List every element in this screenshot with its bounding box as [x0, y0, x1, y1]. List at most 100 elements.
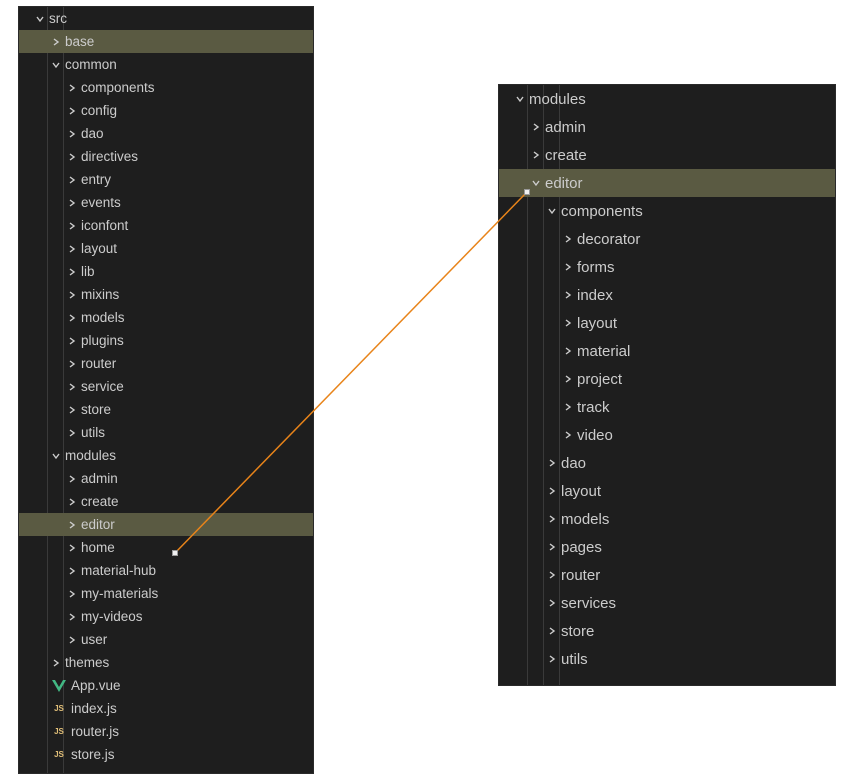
chevron-right-icon[interactable]: [67, 83, 77, 93]
tree-item-decorator[interactable]: decorator: [499, 225, 835, 253]
chevron-right-icon[interactable]: [67, 612, 77, 622]
chevron-right-icon[interactable]: [51, 37, 61, 47]
tree-item-events[interactable]: events: [19, 191, 313, 214]
tree-item-editor[interactable]: editor: [19, 513, 313, 536]
chevron-right-icon[interactable]: [51, 658, 61, 668]
tree-item-store-js[interactable]: JSstore.js: [19, 743, 313, 766]
tree-item-material-hub[interactable]: material-hub: [19, 559, 313, 582]
tree-item-common[interactable]: common: [19, 53, 313, 76]
chevron-right-icon[interactable]: [547, 654, 557, 664]
tree-item-base[interactable]: base: [19, 30, 313, 53]
chevron-right-icon[interactable]: [67, 244, 77, 254]
tree-item-pages[interactable]: pages: [499, 533, 835, 561]
tree-item-project[interactable]: project: [499, 365, 835, 393]
tree-item-utils[interactable]: utils: [499, 645, 835, 673]
chevron-right-icon[interactable]: [67, 267, 77, 277]
tree-item-router[interactable]: router: [19, 352, 313, 375]
tree-item-create[interactable]: create: [19, 490, 313, 513]
chevron-right-icon[interactable]: [67, 175, 77, 185]
chevron-down-icon[interactable]: [515, 94, 525, 104]
chevron-right-icon[interactable]: [563, 262, 573, 272]
chevron-right-icon[interactable]: [563, 374, 573, 384]
tree-item-entry[interactable]: entry: [19, 168, 313, 191]
tree-item-video[interactable]: video: [499, 421, 835, 449]
tree-item-components[interactable]: components: [499, 197, 835, 225]
chevron-down-icon[interactable]: [35, 14, 45, 24]
chevron-right-icon[interactable]: [67, 129, 77, 139]
chevron-right-icon[interactable]: [531, 150, 541, 160]
chevron-right-icon[interactable]: [67, 428, 77, 438]
tree-item-directives[interactable]: directives: [19, 145, 313, 168]
chevron-right-icon[interactable]: [67, 474, 77, 484]
tree-item-my-videos[interactable]: my-videos: [19, 605, 313, 628]
chevron-right-icon[interactable]: [547, 598, 557, 608]
chevron-right-icon[interactable]: [67, 405, 77, 415]
chevron-right-icon[interactable]: [67, 589, 77, 599]
tree-item-plugins[interactable]: plugins: [19, 329, 313, 352]
tree-item-components[interactable]: components: [19, 76, 313, 99]
tree-item-forms[interactable]: forms: [499, 253, 835, 281]
tree-item-my-materials[interactable]: my-materials: [19, 582, 313, 605]
tree-item-dao[interactable]: dao: [19, 122, 313, 145]
tree-item-router[interactable]: router: [499, 561, 835, 589]
chevron-right-icon[interactable]: [67, 635, 77, 645]
tree-item-layout[interactable]: layout: [499, 309, 835, 337]
tree-item-store[interactable]: store: [499, 617, 835, 645]
tree-item-modules[interactable]: modules: [499, 85, 835, 113]
chevron-right-icon[interactable]: [531, 122, 541, 132]
tree-item-layout[interactable]: layout: [499, 477, 835, 505]
tree-item-utils[interactable]: utils: [19, 421, 313, 444]
tree-item-app-vue[interactable]: App.vue: [19, 674, 313, 697]
tree-item-config[interactable]: config: [19, 99, 313, 122]
tree-item-src[interactable]: src: [19, 7, 313, 30]
chevron-right-icon[interactable]: [67, 497, 77, 507]
chevron-right-icon[interactable]: [547, 458, 557, 468]
chevron-right-icon[interactable]: [67, 221, 77, 231]
chevron-right-icon[interactable]: [67, 290, 77, 300]
chevron-right-icon[interactable]: [67, 543, 77, 553]
tree-item-service[interactable]: service: [19, 375, 313, 398]
chevron-right-icon[interactable]: [547, 570, 557, 580]
tree-item-store[interactable]: store: [19, 398, 313, 421]
chevron-right-icon[interactable]: [67, 520, 77, 530]
tree-item-iconfont[interactable]: iconfont: [19, 214, 313, 237]
chevron-right-icon[interactable]: [67, 106, 77, 116]
tree-item-models[interactable]: models: [499, 505, 835, 533]
chevron-right-icon[interactable]: [547, 514, 557, 524]
tree-item-router-js[interactable]: JSrouter.js: [19, 720, 313, 743]
chevron-right-icon[interactable]: [67, 382, 77, 392]
chevron-right-icon[interactable]: [547, 486, 557, 496]
tree-item-home[interactable]: home: [19, 536, 313, 559]
tree-item-services[interactable]: services: [499, 589, 835, 617]
chevron-right-icon[interactable]: [563, 318, 573, 328]
tree-item-models[interactable]: models: [19, 306, 313, 329]
tree-item-index-js[interactable]: JSindex.js: [19, 697, 313, 720]
chevron-down-icon[interactable]: [531, 178, 541, 188]
tree-item-themes[interactable]: themes: [19, 651, 313, 674]
chevron-right-icon[interactable]: [67, 336, 77, 346]
chevron-down-icon[interactable]: [51, 60, 61, 70]
chevron-right-icon[interactable]: [67, 313, 77, 323]
chevron-right-icon[interactable]: [67, 566, 77, 576]
tree-item-layout[interactable]: layout: [19, 237, 313, 260]
chevron-down-icon[interactable]: [51, 451, 61, 461]
chevron-right-icon[interactable]: [563, 402, 573, 412]
chevron-right-icon[interactable]: [67, 152, 77, 162]
tree-item-admin[interactable]: admin: [19, 467, 313, 490]
tree-item-material[interactable]: material: [499, 337, 835, 365]
tree-item-dao[interactable]: dao: [499, 449, 835, 477]
tree-item-index[interactable]: index: [499, 281, 835, 309]
chevron-right-icon[interactable]: [563, 290, 573, 300]
tree-item-user[interactable]: user: [19, 628, 313, 651]
chevron-right-icon[interactable]: [563, 234, 573, 244]
chevron-right-icon[interactable]: [563, 430, 573, 440]
chevron-down-icon[interactable]: [547, 206, 557, 216]
chevron-right-icon[interactable]: [547, 626, 557, 636]
tree-item-mixins[interactable]: mixins: [19, 283, 313, 306]
tree-item-editor[interactable]: editor: [499, 169, 835, 197]
chevron-right-icon[interactable]: [563, 346, 573, 356]
tree-item-lib[interactable]: lib: [19, 260, 313, 283]
chevron-right-icon[interactable]: [67, 359, 77, 369]
chevron-right-icon[interactable]: [67, 198, 77, 208]
tree-item-create[interactable]: create: [499, 141, 835, 169]
